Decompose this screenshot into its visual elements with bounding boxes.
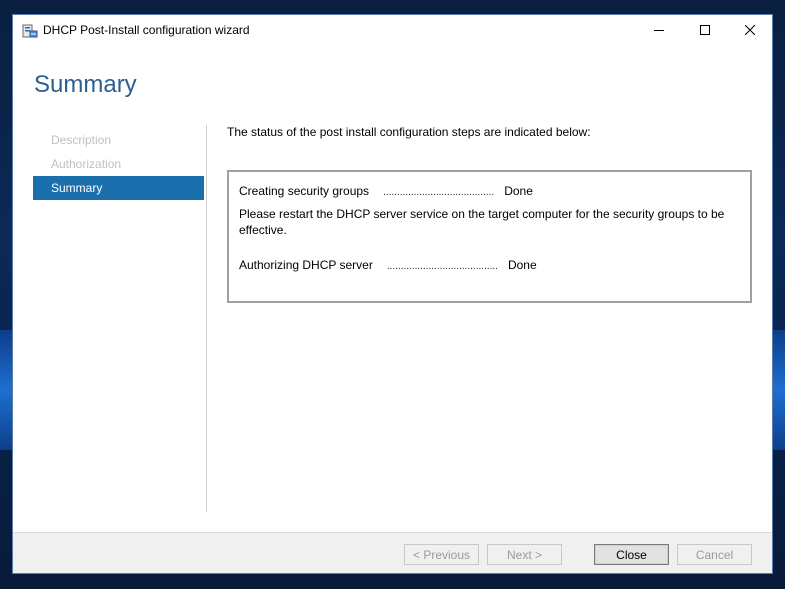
close-icon: [745, 25, 755, 35]
maximize-icon: [700, 25, 710, 35]
wizard-footer: < Previous Next > Close Cancel: [13, 532, 772, 573]
desktop-background-right: [771, 330, 785, 450]
step-message-security-groups: Please restart the DHCP server service o…: [239, 207, 725, 237]
step-result: Done: [507, 258, 537, 272]
step-dots: ........................................: [386, 261, 498, 272]
step-dots: ........................................: [383, 187, 495, 198]
step-result: Done: [504, 184, 533, 198]
wizard-window: DHCP Post-Install configuration wizard S…: [12, 14, 773, 574]
wizard-nav: Description Authorization Summary: [33, 128, 204, 200]
minimize-button[interactable]: [636, 15, 682, 45]
nav-divider: [206, 125, 207, 512]
summary-intro-text: The status of the post install configura…: [227, 125, 591, 139]
dhcp-server-icon: [22, 23, 38, 39]
next-button[interactable]: Next >: [487, 544, 562, 565]
step-row-authorize-server: Authorizing DHCP server.................…: [239, 258, 537, 272]
page-title: Summary: [34, 71, 137, 98]
nav-item-description: Description: [51, 133, 112, 147]
step-row-security-groups: Creating security groups................…: [239, 184, 533, 198]
window-title: DHCP Post-Install configuration wizard: [43, 23, 250, 37]
status-box: Creating security groups................…: [227, 170, 752, 303]
nav-item-authorization: Authorization: [51, 157, 122, 171]
previous-button[interactable]: < Previous: [404, 544, 479, 565]
title-bar[interactable]: DHCP Post-Install configuration wizard: [13, 15, 772, 47]
minimize-icon: [654, 30, 664, 31]
nav-item-summary[interactable]: Summary: [33, 176, 204, 200]
maximize-button[interactable]: [682, 15, 728, 45]
close-button[interactable]: Close: [594, 544, 669, 565]
step-label: Authorizing DHCP server: [239, 258, 373, 272]
cancel-button[interactable]: Cancel: [677, 544, 752, 565]
step-label: Creating security groups: [239, 184, 370, 198]
window-close-button[interactable]: [727, 15, 773, 45]
